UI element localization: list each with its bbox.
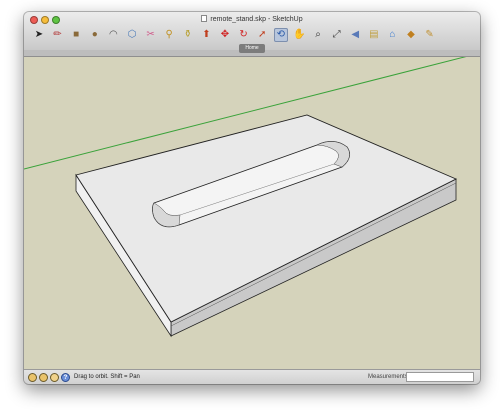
previous-view-icon[interactable]: ◀ bbox=[348, 28, 362, 42]
drawing-viewport[interactable] bbox=[24, 57, 480, 369]
move-icon[interactable]: ✥ bbox=[218, 28, 232, 42]
paint-bucket-icon[interactable]: ⚱ bbox=[181, 28, 195, 42]
scene-tab-bar: Home bbox=[24, 44, 480, 57]
follow-me-icon[interactable]: ➚ bbox=[255, 28, 269, 42]
select-arrow-icon[interactable]: ➤ bbox=[32, 28, 46, 42]
help-icon[interactable]: ? bbox=[61, 373, 70, 382]
arc-icon[interactable]: ◠ bbox=[106, 28, 120, 42]
styles-icon[interactable]: ✎ bbox=[423, 28, 437, 42]
make-component-icon[interactable]: ⬡ bbox=[125, 28, 139, 42]
main-toolbar: ➤ ✏ ■ ● ◠ ⬡ ✂ ⚲ ⚱ ⬆ ✥ ↻ ➚ ⟲ ✋ ⌕ ⤢ ◀ ▤ ⌂ ◆ ✎ bbox=[28, 26, 476, 44]
push-pull-icon[interactable]: ⬆ bbox=[199, 28, 213, 42]
scene-tab-home[interactable]: Home bbox=[239, 44, 265, 53]
credits-icon[interactable] bbox=[39, 373, 48, 382]
status-message: Drag to orbit. Shift = Pan bbox=[74, 374, 140, 380]
warehouse-icon[interactable]: ⌂ bbox=[385, 28, 399, 42]
rotate-icon[interactable]: ↻ bbox=[237, 28, 251, 42]
sketchup-window: remote_stand.skp - SketchUp ➤ ✏ ■ ● ◠ ⬡ ✂ ⚲ ⚱ ⬆ ✥ ↻… bbox=[24, 12, 480, 384]
model-canvas[interactable] bbox=[24, 57, 480, 369]
components-icon[interactable]: ◆ bbox=[404, 28, 418, 42]
document-icon bbox=[201, 15, 208, 22]
measurements-input[interactable] bbox=[406, 372, 474, 382]
rectangle-icon[interactable]: ■ bbox=[69, 28, 83, 42]
measurements-label: Measurements bbox=[368, 374, 408, 380]
shadows-icon[interactable]: ▤ bbox=[367, 28, 381, 42]
orbit-icon[interactable]: ⟲ bbox=[273, 28, 288, 42]
eraser-icon[interactable]: ✂ bbox=[144, 28, 158, 42]
window-title-text: remote_stand.skp - SketchUp bbox=[210, 16, 303, 23]
geolocation-icon[interactable] bbox=[28, 373, 37, 382]
pencil-icon[interactable]: ✏ bbox=[51, 28, 65, 42]
zoom-icon[interactable]: ⌕ bbox=[311, 28, 325, 42]
user-account-icon[interactable] bbox=[50, 373, 59, 382]
window-title: remote_stand.skp - SketchUp bbox=[24, 15, 480, 25]
circle-icon[interactable]: ● bbox=[88, 28, 102, 42]
zoom-extents-icon[interactable]: ⤢ bbox=[330, 28, 344, 42]
tape-measure-icon[interactable]: ⚲ bbox=[162, 28, 176, 42]
pan-hand-icon[interactable]: ✋ bbox=[292, 28, 306, 42]
status-bar: ? Drag to orbit. Shift = Pan Measurement… bbox=[24, 369, 480, 384]
